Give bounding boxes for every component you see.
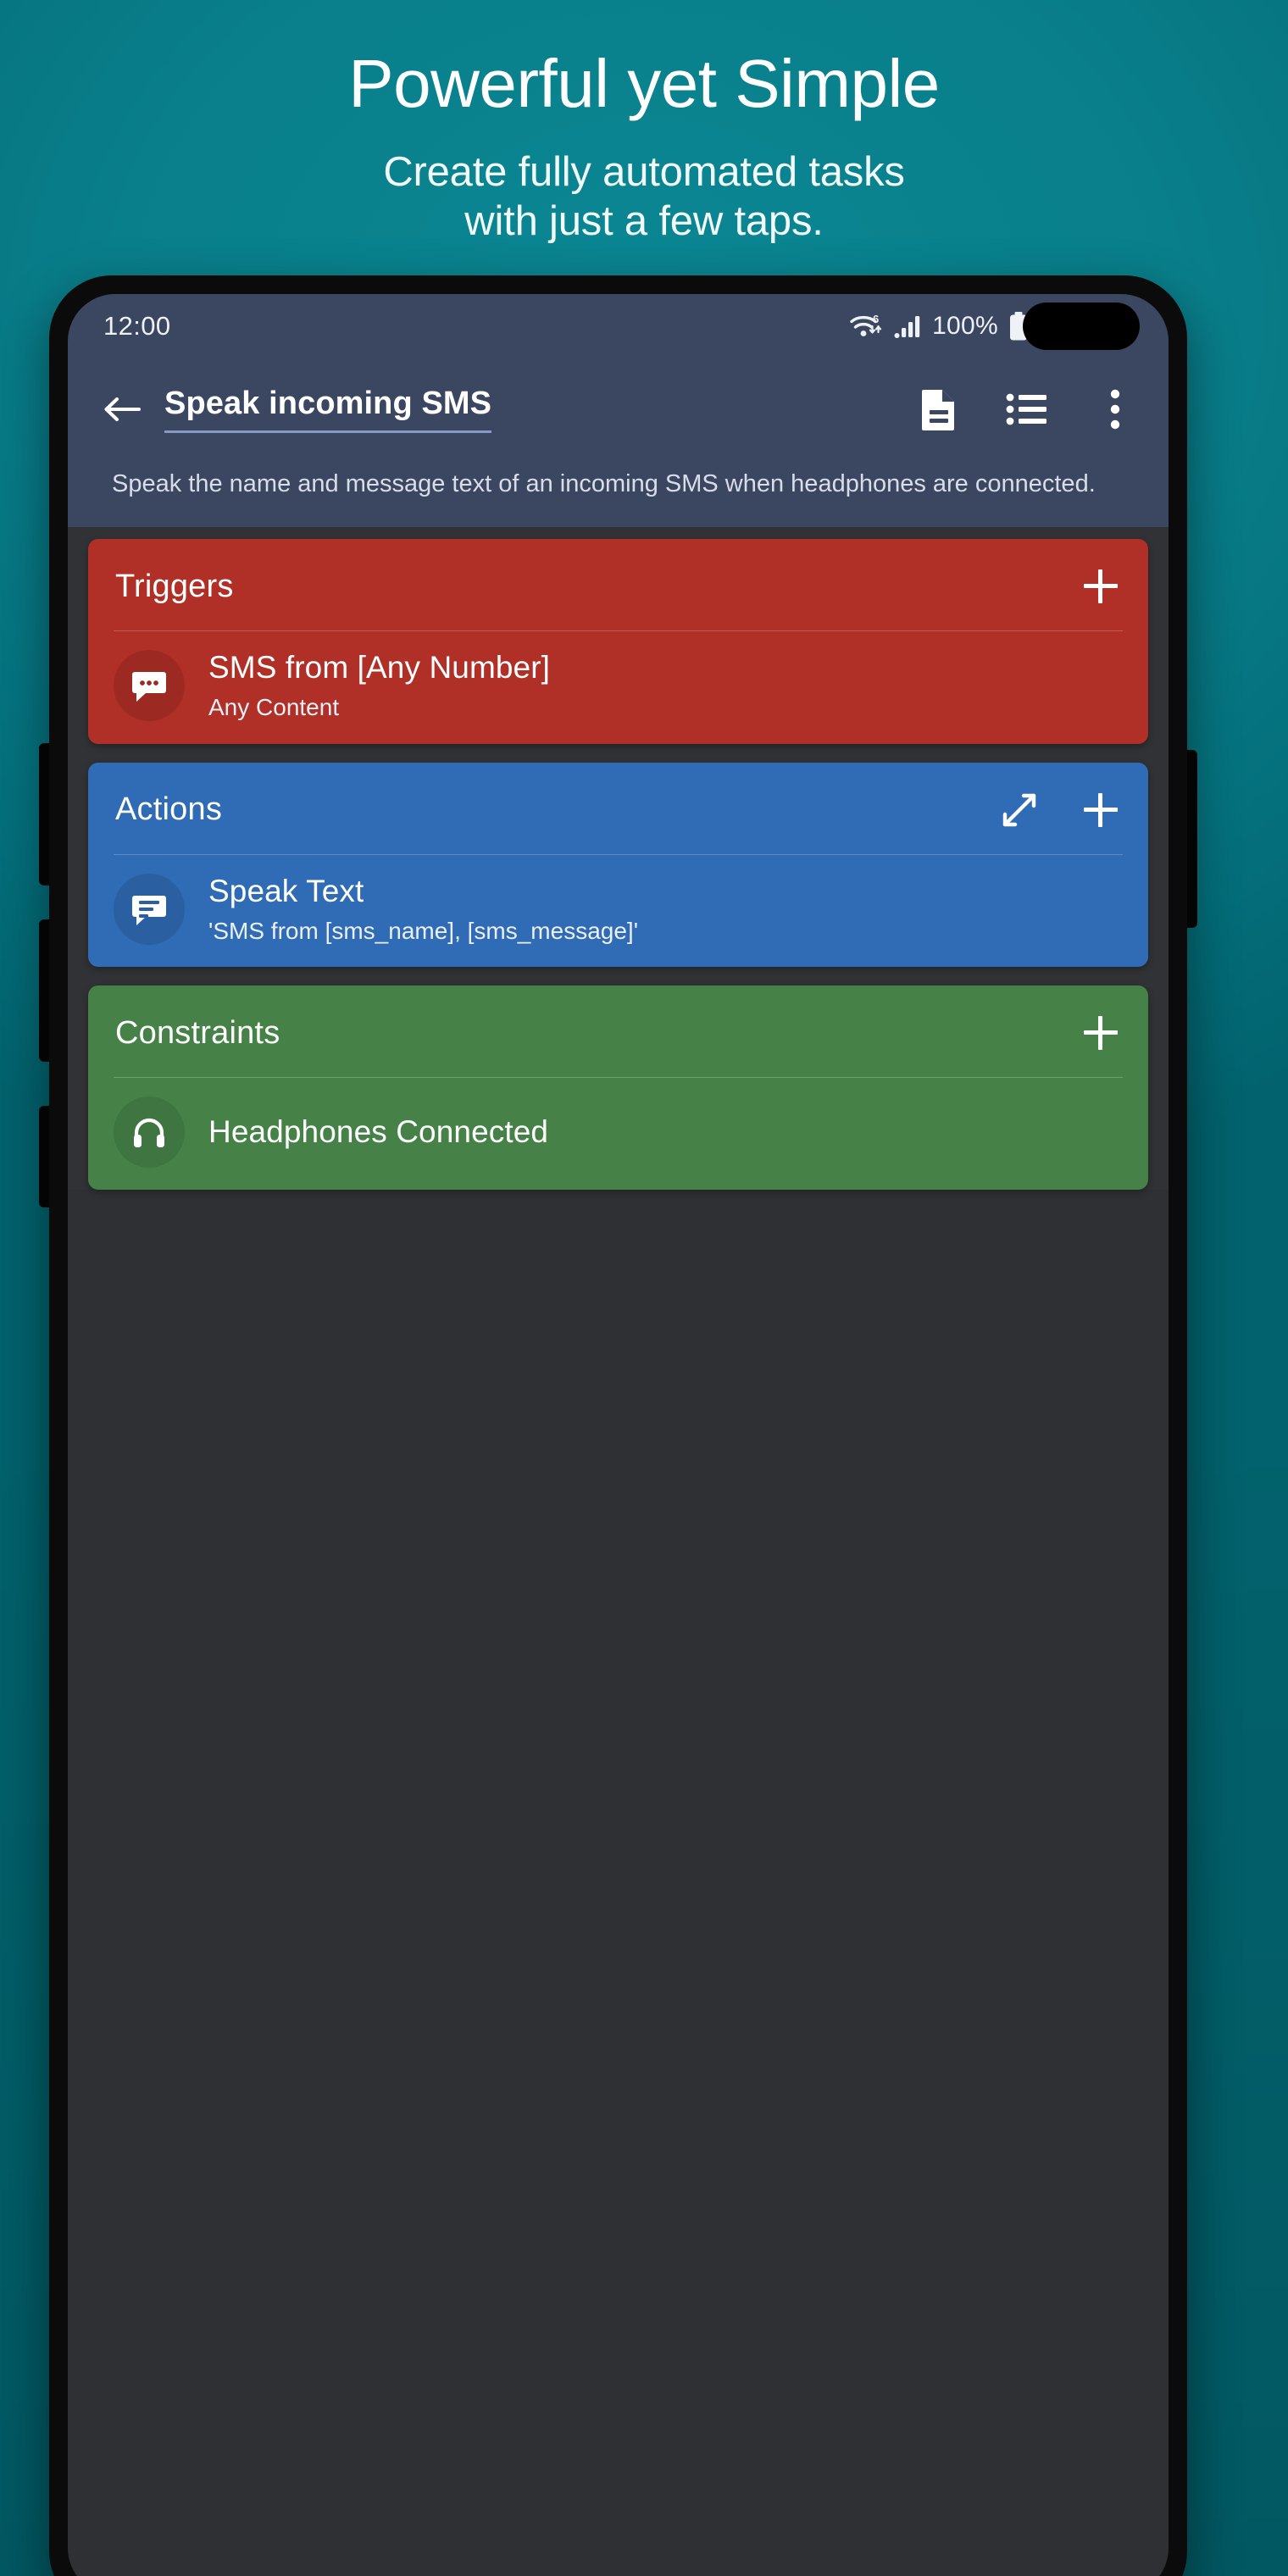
arrow-left-icon — [101, 391, 143, 428]
actions-card-header: Actions — [88, 763, 1148, 854]
promo-subheadline: Create fully automated tasks with just a… — [0, 147, 1288, 247]
app-bar: Speak incoming SMS Speak the name and me… — [68, 358, 1169, 528]
promo-subheadline-line-2: with just a few taps. — [464, 198, 824, 245]
battery-percentage-label: 100% — [932, 312, 998, 340]
actions-title: Actions — [115, 791, 223, 828]
wifi-6-icon: 6 — [849, 311, 885, 341]
app-title-container[interactable]: Speak incoming SMS — [164, 386, 914, 433]
constraint-list-item[interactable]: Headphones Connected — [88, 1078, 1148, 1190]
document-icon — [919, 387, 958, 431]
add-action-icon — [1084, 792, 1118, 827]
log-list-button[interactable] — [1002, 385, 1052, 434]
trigger-list-item[interactable]: SMS from [Any Number] Any Content — [88, 631, 1148, 744]
trigger-item-subtitle: Any Content — [208, 694, 340, 721]
add-constraint-button[interactable] — [1079, 1011, 1123, 1055]
constraints-title: Constraints — [115, 1014, 280, 1051]
phone-mockup: 12:00 6 100% Speak incoming SMS Speak th… — [39, 275, 1197, 2576]
constraints-card: Constraints Headphones Connected — [88, 985, 1148, 1191]
page-title: Speak incoming SMS — [164, 386, 492, 433]
add-trigger-button[interactable] — [1079, 564, 1123, 608]
back-button[interactable] — [92, 379, 153, 440]
constraint-item-title: Headphones Connected — [208, 1113, 549, 1149]
constraint-item-avatar — [114, 1096, 185, 1169]
actions-card: Actions Speak Text 'SMS from [sms_name],… — [88, 762, 1148, 968]
app-bar-actions — [914, 385, 1145, 434]
camera-cutout — [1023, 303, 1140, 350]
macro-description: Speak the name and message text of an in… — [112, 470, 1096, 497]
expand-diagonal-icon — [998, 789, 1041, 831]
status-bar-clock: 12:00 — [103, 311, 171, 341]
triggers-card: Triggers SMS from [Any Number] Any Conte… — [88, 539, 1148, 744]
triggers-card-header: Triggers — [88, 539, 1148, 630]
promo-copy: Powerful yet Simple Create fully automat… — [0, 0, 1288, 247]
action-item-title: Speak Text — [208, 873, 364, 908]
action-item-subtitle: 'SMS from [sms_name], [sms_message]' — [208, 917, 639, 944]
phone-screen: 12:00 6 100% Speak incoming SMS Speak th… — [68, 294, 1169, 2576]
add-action-button[interactable] — [1079, 788, 1123, 832]
expand-actions-button[interactable] — [997, 788, 1041, 832]
more-vertical-icon — [1108, 389, 1122, 430]
add-trigger-icon — [1084, 569, 1118, 604]
headphones-icon — [130, 1113, 168, 1151]
trigger-item-avatar — [114, 650, 185, 722]
status-bar: 12:00 6 100% — [68, 294, 1169, 358]
speak-text-icon — [130, 890, 169, 929]
action-item-avatar — [114, 873, 185, 945]
trigger-item-title: SMS from [Any Number] — [208, 650, 551, 686]
promo-subheadline-line-1: Create fully automated tasks — [383, 148, 905, 195]
svg-text:6: 6 — [873, 313, 879, 325]
add-constraint-icon — [1084, 1016, 1118, 1051]
sms-message-icon — [130, 666, 169, 705]
macro-content: Triggers SMS from [Any Number] Any Conte… — [68, 527, 1169, 1191]
cellular-signal-icon — [894, 313, 923, 340]
triggers-title: Triggers — [115, 568, 234, 604]
notes-button[interactable] — [914, 385, 963, 434]
promo-headline: Powerful yet Simple — [348, 46, 940, 121]
constraints-card-header: Constraints — [88, 985, 1148, 1077]
list-icon — [1006, 391, 1048, 427]
status-bar-indicators: 6 100% — [849, 311, 1030, 341]
more-options-button[interactable] — [1091, 385, 1140, 434]
action-list-item[interactable]: Speak Text 'SMS from [sms_name], [sms_me… — [88, 855, 1148, 968]
